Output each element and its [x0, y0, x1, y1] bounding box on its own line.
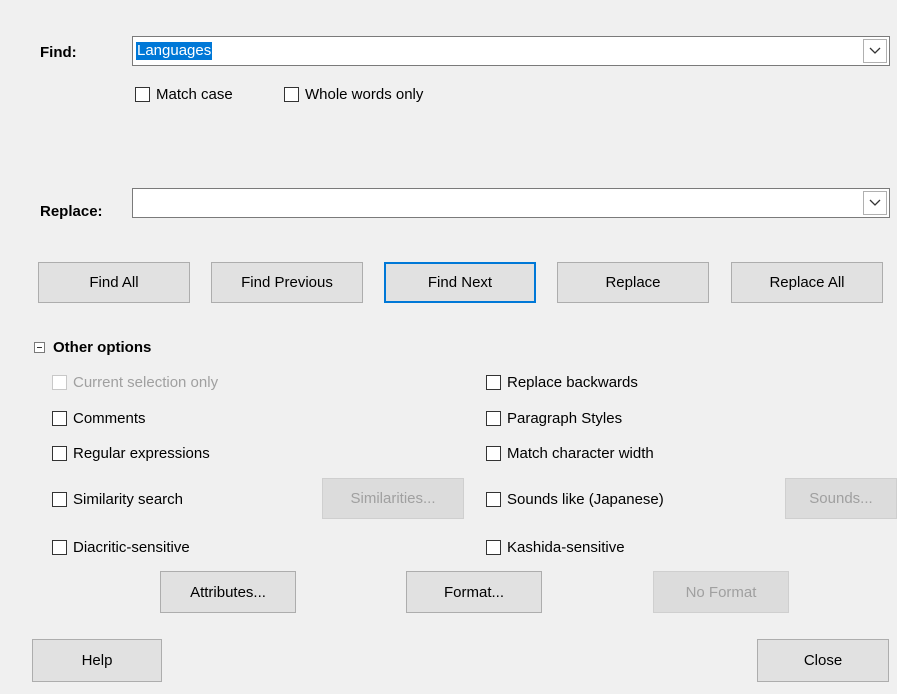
chevron-down-icon	[869, 47, 881, 54]
attributes-button[interactable]: Attributes...	[160, 571, 296, 613]
replace-combobox[interactable]	[132, 188, 890, 218]
other-options-title: Other options	[53, 339, 152, 356]
kashida-sensitive-checkbox[interactable]: Kashida-sensitive	[486, 539, 625, 556]
find-dropdown-button[interactable]	[863, 39, 887, 63]
checkbox-box[interactable]	[52, 446, 67, 461]
find-next-button[interactable]: Find Next	[384, 262, 536, 303]
checkbox-box[interactable]	[52, 411, 67, 426]
checkbox-box[interactable]	[52, 492, 67, 507]
replace-dropdown-button[interactable]	[863, 191, 887, 215]
find-all-button[interactable]: Find All	[38, 262, 190, 303]
paragraph-styles-checkbox[interactable]: Paragraph Styles	[486, 410, 622, 427]
sounds-button: Sounds...	[785, 478, 897, 519]
comments-checkbox[interactable]: Comments	[52, 410, 146, 427]
regular-expressions-label: Regular expressions	[73, 445, 210, 462]
whole-words-checkbox[interactable]: Whole words only	[284, 86, 423, 103]
current-selection-only-checkbox: Current selection only	[52, 374, 218, 391]
whole-words-label: Whole words only	[305, 86, 424, 103]
find-previous-button[interactable]: Find Previous	[211, 262, 363, 303]
sounds-like-label: Sounds like (Japanese)	[507, 491, 664, 508]
checkbox-box[interactable]	[135, 87, 150, 102]
checkbox-box	[52, 375, 67, 390]
checkbox-box[interactable]	[52, 540, 67, 555]
match-case-checkbox[interactable]: Match case	[135, 86, 233, 103]
paragraph-styles-label: Paragraph Styles	[507, 410, 623, 427]
checkbox-box[interactable]	[486, 492, 501, 507]
replace-all-button[interactable]: Replace All	[731, 262, 883, 303]
checkbox-box[interactable]	[486, 540, 501, 555]
match-case-label: Match case	[156, 86, 233, 103]
format-button[interactable]: Format...	[406, 571, 542, 613]
find-combobox[interactable]: Languages	[132, 36, 890, 66]
checkbox-box[interactable]	[486, 375, 501, 390]
match-character-width-label: Match character width	[507, 445, 654, 462]
minus-box-icon[interactable]	[34, 342, 45, 353]
regular-expressions-checkbox[interactable]: Regular expressions	[52, 445, 210, 462]
chevron-down-icon	[869, 199, 881, 206]
match-character-width-checkbox[interactable]: Match character width	[486, 445, 654, 462]
find-label: Find:	[40, 44, 77, 61]
kashida-sensitive-label: Kashida-sensitive	[507, 539, 625, 556]
diacritic-sensitive-label: Diacritic-sensitive	[73, 539, 190, 556]
replace-label: Replace:	[40, 203, 103, 220]
similarity-search-label: Similarity search	[73, 491, 184, 508]
replace-backwards-checkbox[interactable]: Replace backwards	[486, 374, 638, 391]
sounds-like-checkbox[interactable]: Sounds like (Japanese)	[486, 491, 664, 508]
checkbox-box[interactable]	[284, 87, 299, 102]
similarities-button: Similarities...	[322, 478, 464, 519]
close-button[interactable]: Close	[757, 639, 889, 682]
current-selection-only-label: Current selection only	[73, 374, 219, 391]
replace-backwards-label: Replace backwards	[507, 374, 638, 391]
checkbox-box[interactable]	[486, 446, 501, 461]
help-button[interactable]: Help	[32, 639, 162, 682]
replace-button[interactable]: Replace	[557, 262, 709, 303]
find-input-value[interactable]: Languages	[136, 42, 213, 60]
other-options-header[interactable]: Other options	[34, 339, 151, 356]
diacritic-sensitive-checkbox[interactable]: Diacritic-sensitive	[52, 539, 190, 556]
checkbox-box[interactable]	[486, 411, 501, 426]
no-format-button: No Format	[653, 571, 789, 613]
comments-label: Comments	[73, 410, 146, 427]
similarity-search-checkbox[interactable]: Similarity search	[52, 491, 183, 508]
